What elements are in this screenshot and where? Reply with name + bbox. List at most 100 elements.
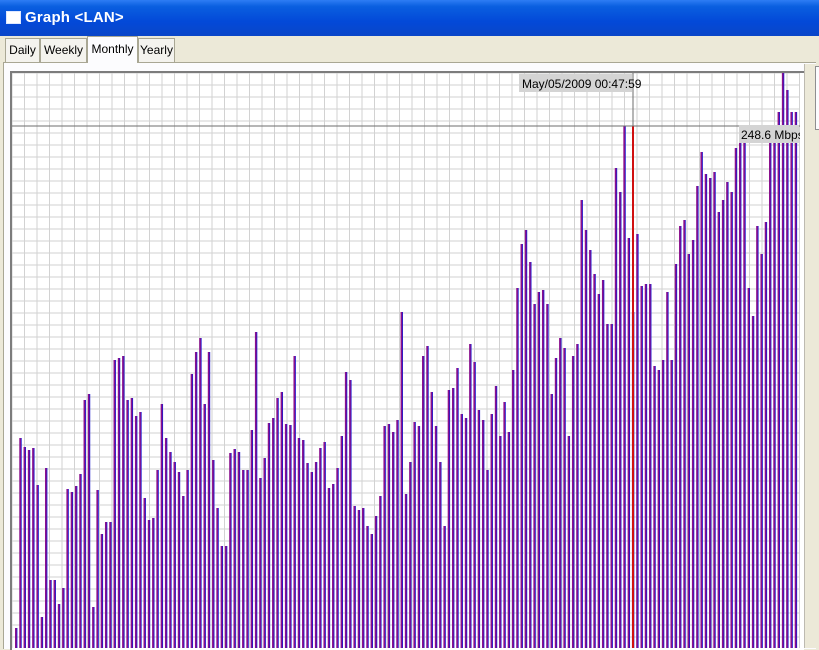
traffic-bar-edge (410, 462, 412, 648)
traffic-bar-edge (487, 470, 489, 648)
traffic-bar-edge (427, 346, 429, 648)
traffic-bar-edge (710, 178, 712, 648)
traffic-bar-edge (157, 470, 159, 648)
traffic-bar-edge (85, 400, 86, 648)
traffic-bar-edge (175, 462, 176, 648)
traffic-bar-edge (256, 332, 258, 648)
traffic-bar-edge (757, 226, 759, 648)
traffic-bar-edge (612, 324, 613, 648)
traffic-bar-edge (38, 485, 39, 648)
traffic-bar-edge (762, 254, 763, 648)
window-title: Graph <LAN> (25, 9, 124, 26)
traffic-bar-edge (714, 172, 716, 648)
traffic-bar-edge (179, 472, 181, 648)
traffic-bar-edge (312, 472, 314, 648)
tab-yearly[interactable]: Yearly (138, 38, 175, 62)
traffic-bar-edge (290, 425, 292, 648)
traffic-bar-edge (217, 508, 219, 648)
traffic-bar-edge (466, 418, 468, 648)
traffic-bar-edge (59, 604, 61, 648)
traffic-bar-edge (260, 478, 262, 648)
traffic-bar-edge (316, 462, 318, 648)
traffic-bar-edge (646, 284, 648, 648)
traffic-bar-edge (783, 73, 785, 648)
title-bar: Graph <LAN> (0, 0, 819, 36)
traffic-bar-edge (779, 112, 780, 648)
traffic-bar-edge (329, 488, 331, 648)
traffic-bar-edge (774, 130, 776, 648)
traffic-bar-edge (46, 468, 48, 648)
traffic-bar-edge (650, 284, 652, 648)
traffic-bar-edge (239, 452, 241, 648)
traffic-bar-edge (680, 226, 682, 648)
traffic-bar-edge (136, 416, 138, 648)
traffic-bar-edge (582, 200, 583, 648)
traffic-bar-edge (376, 516, 378, 648)
traffic-bar-edge (736, 148, 738, 648)
traffic-bar-edge (72, 492, 74, 648)
traffic-bar-edge (303, 440, 305, 648)
traffic-graph[interactable]: May/05/2009 00:47:59 248.6 Mbps (12, 73, 800, 648)
traffic-bar-edge (76, 486, 78, 648)
traffic-bar-edge (624, 126, 626, 648)
traffic-bar-edge (106, 522, 108, 648)
traffic-bar-edge (564, 348, 566, 648)
traffic-bar-edge (269, 423, 271, 648)
traffic-bar-edge (770, 132, 772, 648)
traffic-bar-edge (526, 230, 528, 648)
traffic-bar-edge (766, 222, 768, 648)
traffic-bar-edge (20, 438, 22, 648)
traffic-bar-edge (209, 352, 211, 648)
traffic-bar-edge (547, 304, 549, 648)
traffic-bar-edge (166, 438, 168, 648)
traffic-bar-edge (470, 344, 472, 648)
traffic-bar-edge (693, 240, 695, 648)
traffic-bar-edge (787, 90, 789, 648)
traffic-bar-edge (372, 534, 373, 648)
traffic-bar-edge (29, 450, 31, 648)
traffic-bar-edge (145, 498, 146, 648)
traffic-bar-edge (672, 360, 673, 648)
traffic-bar-edge (415, 422, 416, 648)
traffic-bar-edge (616, 168, 618, 648)
traffic-bar-edge (753, 316, 755, 648)
traffic-bar-edge (397, 420, 399, 648)
traffic-bar-edge (419, 426, 421, 648)
traffic-bar-edge (457, 368, 459, 648)
side-panel-handle[interactable] (815, 66, 819, 130)
traffic-bar-edge (333, 484, 335, 648)
traffic-bar-edge (599, 294, 601, 648)
traffic-bar-edge (500, 436, 502, 648)
traffic-bar-edge (492, 414, 493, 648)
traffic-bar-edge (363, 508, 365, 648)
traffic-bar-edge (586, 230, 588, 648)
traffic-bar-edge (359, 510, 361, 648)
traffic-bar-edge (273, 418, 275, 648)
tab-weekly[interactable]: Weekly (40, 38, 87, 62)
traffic-bar-edge (719, 212, 721, 648)
traffic-bar-edge (539, 292, 541, 648)
traffic-bar-edge (320, 448, 322, 648)
traffic-bar-edge (80, 474, 82, 648)
traffic-bar-edge (102, 534, 104, 648)
traffic-bar-edge (432, 392, 433, 648)
traffic-bar-edge (556, 358, 558, 648)
traffic-bar-edge (697, 186, 699, 648)
traffic-bar-edge (663, 360, 665, 648)
traffic-bar-edge (449, 390, 451, 648)
traffic-bar-edge (140, 412, 142, 648)
tab-monthly[interactable]: Monthly (87, 36, 138, 63)
traffic-bar-edge (740, 130, 742, 648)
traffic-bar-edge (453, 388, 455, 648)
traffic-bar-edge (153, 518, 155, 648)
tab-daily[interactable]: Daily (5, 38, 40, 62)
traffic-bar-edge (342, 436, 343, 648)
traffic-bar-edge (406, 494, 408, 648)
traffic-bar-edge (552, 394, 553, 648)
cursor-value-text: 248.6 Mbps (741, 128, 800, 142)
traffic-bar-edge (380, 496, 382, 648)
traffic-bar-edge (93, 607, 95, 648)
traffic-bar-edge (462, 414, 463, 648)
traffic-bar-edge (110, 522, 112, 648)
traffic-bar-edge (337, 468, 339, 648)
